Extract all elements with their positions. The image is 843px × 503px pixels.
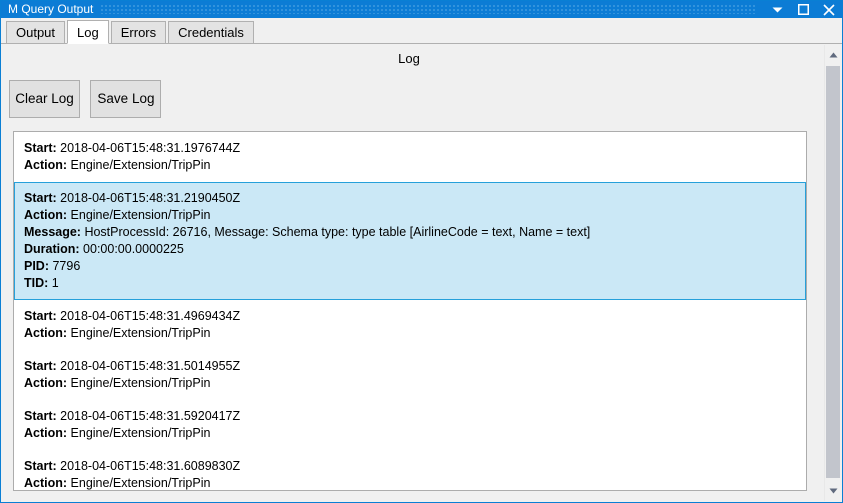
log-entry-line: Action: Engine/Extension/TripPin bbox=[24, 475, 805, 490]
scrollbar-thumb[interactable] bbox=[826, 66, 840, 478]
log-field-value: 2018-04-06T15:48:31.6089830Z bbox=[56, 459, 241, 473]
log-field-key: Action: bbox=[24, 326, 68, 340]
log-field-key: Start: bbox=[24, 459, 57, 473]
log-field-key: Duration: bbox=[24, 242, 80, 256]
log-entry-line: TID: 1 bbox=[24, 275, 805, 292]
log-entry[interactable]: Start: 2018-04-06T15:48:31.5920417Z Actio… bbox=[14, 400, 806, 450]
title-bar[interactable]: M Query Output bbox=[1, 1, 842, 18]
log-entry-line: Action: Engine/Extension/TripPin bbox=[24, 207, 805, 224]
log-entry-line: Action: Engine/Extension/TripPin bbox=[24, 157, 805, 174]
log-field-value: Engine/Extension/TripPin bbox=[67, 326, 211, 340]
log-field-value: Engine/Extension/TripPin bbox=[67, 376, 211, 390]
page-title: Log bbox=[398, 51, 420, 66]
chevron-down-icon bbox=[772, 6, 783, 14]
log-field-value: 2018-04-06T15:48:31.1976744Z bbox=[56, 141, 241, 155]
log-field-key: Start: bbox=[24, 191, 57, 205]
log-field-key: Action: bbox=[24, 158, 68, 172]
log-field-value: 2018-04-06T15:48:31.4969434Z bbox=[56, 309, 241, 323]
log-entry-line: Start: 2018-04-06T15:48:31.4969434Z bbox=[24, 308, 805, 325]
log-field-key: Start: bbox=[24, 141, 57, 155]
log-entry-line: PID: 7796 bbox=[24, 258, 805, 275]
log-entry-list[interactable]: Start: 2018-04-06T15:48:31.1976744Z Actio… bbox=[13, 131, 807, 491]
tab-credentials[interactable]: Credentials bbox=[168, 21, 254, 43]
log-entry-line: Message: HostProcessId: 26716, Message: … bbox=[24, 224, 805, 241]
log-entry-line: Start: 2018-04-06T15:48:31.2190450Z bbox=[24, 190, 805, 207]
window-controls bbox=[764, 1, 842, 18]
triangle-down-icon bbox=[829, 488, 838, 494]
log-field-key: Action: bbox=[24, 376, 68, 390]
log-field-key: PID: bbox=[24, 259, 49, 273]
log-entry-line: Action: Engine/Extension/TripPin bbox=[24, 425, 805, 442]
log-field-value: 7796 bbox=[49, 259, 81, 273]
log-entry-line: Action: Engine/Extension/TripPin bbox=[24, 325, 805, 342]
log-field-value: HostProcessId: 26716, Message: Schema ty… bbox=[80, 225, 591, 239]
tab-log[interactable]: Log bbox=[67, 20, 109, 44]
scroll-down-button[interactable] bbox=[825, 482, 841, 500]
log-field-key: Message: bbox=[24, 225, 81, 239]
log-entry-line: Duration: 00:00:00.0000225 bbox=[24, 241, 805, 258]
log-field-value: 00:00:00.0000225 bbox=[79, 242, 184, 256]
log-field-value: Engine/Extension/TripPin bbox=[67, 426, 211, 440]
save-log-button[interactable]: Save Log bbox=[90, 80, 162, 118]
log-entry-line: Start: 2018-04-06T15:48:31.6089830Z bbox=[24, 458, 805, 475]
maximize-button[interactable] bbox=[790, 1, 816, 18]
square-icon bbox=[797, 4, 809, 15]
log-toolbar: Clear Log Save Log bbox=[9, 80, 167, 118]
log-entry[interactable]: Start: 2018-04-06T15:48:31.4969434Z Actio… bbox=[14, 300, 806, 350]
m-query-output-window: M Query Output Output Log Errors Credent… bbox=[0, 0, 843, 503]
log-field-value: 2018-04-06T15:48:31.2190450Z bbox=[56, 191, 241, 205]
log-field-value: 2018-04-06T15:48:31.5920417Z bbox=[56, 409, 241, 423]
triangle-up-icon bbox=[829, 52, 838, 58]
clear-log-button[interactable]: Clear Log bbox=[9, 80, 80, 118]
log-field-key: Start: bbox=[24, 359, 57, 373]
log-field-value: Engine/Extension/TripPin bbox=[67, 208, 211, 222]
log-field-key: Action: bbox=[24, 208, 68, 222]
close-icon bbox=[823, 3, 835, 16]
log-field-key: Start: bbox=[24, 409, 57, 423]
log-entry-line: Action: Engine/Extension/TripPin bbox=[24, 375, 805, 392]
log-field-key: Start: bbox=[24, 309, 57, 323]
tab-strip: Output Log Errors Credentials bbox=[1, 18, 842, 44]
log-field-key: Action: bbox=[24, 476, 68, 490]
log-pane: Log Clear Log Save Log Start: 2018-04-06… bbox=[1, 44, 842, 502]
log-field-value: Engine/Extension/TripPin bbox=[67, 158, 211, 172]
log-field-value: 1 bbox=[48, 276, 59, 290]
log-entry-line: Start: 2018-04-06T15:48:31.5014955Z bbox=[24, 358, 805, 375]
log-field-value: 2018-04-06T15:48:31.5014955Z bbox=[56, 359, 241, 373]
log-entry[interactable]: Start: 2018-04-06T15:48:31.5014955Z Actio… bbox=[14, 350, 806, 400]
window-title: M Query Output bbox=[8, 2, 94, 16]
minimize-button[interactable] bbox=[764, 1, 790, 18]
log-field-key: TID: bbox=[24, 276, 49, 290]
log-entry-line: Start: 2018-04-06T15:48:31.1976744Z bbox=[24, 140, 805, 157]
tab-errors[interactable]: Errors bbox=[110, 21, 167, 43]
log-entry[interactable]: Start: 2018-04-06T15:48:31.1976744Z Actio… bbox=[14, 132, 806, 182]
log-field-key: Action: bbox=[24, 426, 68, 440]
close-button[interactable] bbox=[816, 1, 842, 18]
vertical-scrollbar[interactable] bbox=[824, 45, 841, 501]
log-entry[interactable]: Start: 2018-04-06T15:48:31.2190450Z Actio… bbox=[14, 182, 806, 300]
log-entry-line: Start: 2018-04-06T15:48:31.5920417Z bbox=[24, 408, 805, 425]
title-bar-grip bbox=[101, 5, 756, 14]
tab-output[interactable]: Output bbox=[6, 21, 66, 43]
log-entry[interactable]: Start: 2018-04-06T15:48:31.6089830Z Actio… bbox=[14, 450, 806, 490]
scroll-up-button[interactable] bbox=[825, 46, 841, 64]
log-field-value: Engine/Extension/TripPin bbox=[67, 476, 211, 490]
